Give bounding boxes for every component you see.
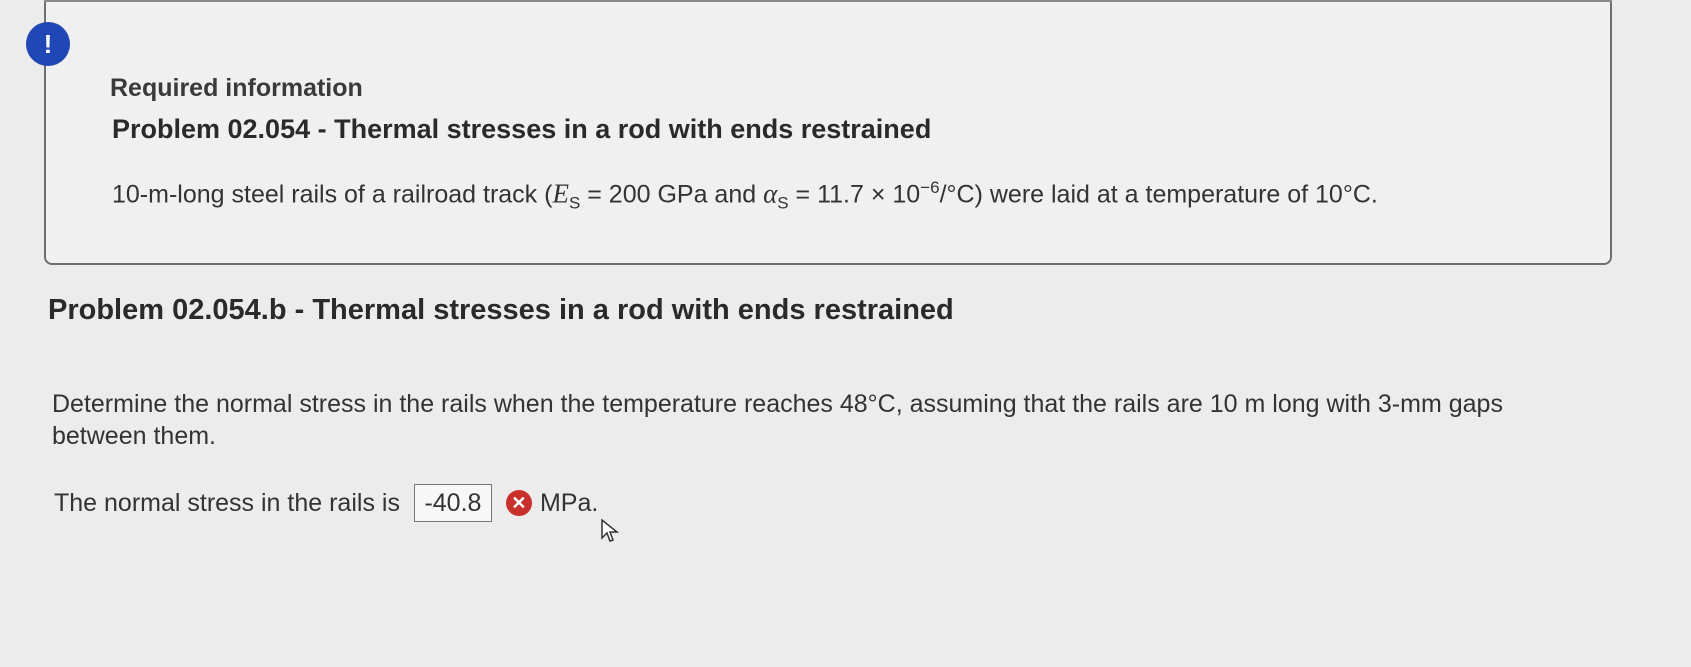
question-text: Determine the normal stress in the rails… [52,390,1503,450]
part-title: Problem 02.054.b - Thermal stresses in a… [48,294,954,326]
answer-prefix: The normal stress in the rails is [54,488,400,517]
mouse-pointer-icon [601,518,620,542]
answer-input[interactable] [413,484,492,522]
problem-title: Problem 02.054 - Thermal stresses in a r… [112,114,932,144]
given-data-text: 10-m-long steel rails of a railroad trac… [112,178,1378,213]
answer-row: The normal stress in the rails is ✕ MPa. [54,484,598,522]
required-info-heading: Required information [110,74,363,102]
answer-unit: MPa. [539,488,599,517]
alert-icon: ! [26,22,70,66]
incorrect-icon: ✕ [505,490,532,516]
